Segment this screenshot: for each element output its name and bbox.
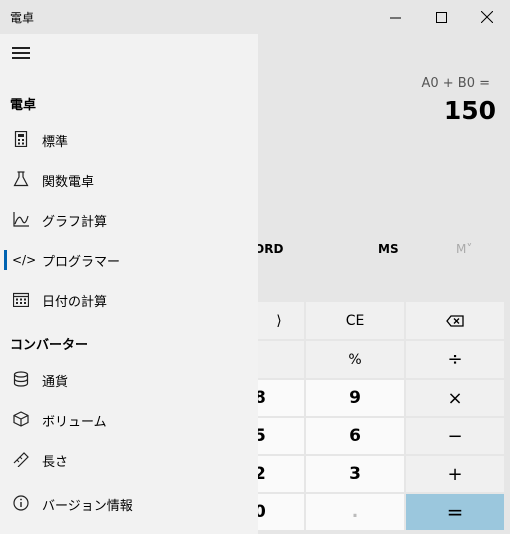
result-display: 150	[443, 96, 496, 125]
code-icon: </>	[12, 253, 37, 267]
key-clear-entry[interactable]: CE	[306, 302, 404, 339]
nav-item-label: バージョン情報	[42, 499, 133, 514]
nav-item-scientific[interactable]: 関数電卓	[0, 162, 258, 198]
memory-store-button[interactable]: MS	[378, 242, 399, 256]
nav-item-label: 長さ	[42, 455, 69, 468]
nav-item-currency[interactable]: 通貨	[0, 362, 258, 398]
calculator-heading: 電卓	[10, 98, 37, 113]
key-divide[interactable]: ÷	[406, 341, 504, 378]
cube-icon	[12, 411, 30, 429]
flask-icon	[12, 171, 30, 189]
maximize-button[interactable]	[418, 0, 464, 34]
nav-item-standard[interactable]: 標準	[0, 122, 258, 158]
graph-icon	[12, 211, 30, 229]
key-5[interactable]: 5	[254, 418, 304, 454]
nav-item-label: 関数電卓	[42, 175, 95, 190]
nav-item-label: 標準	[42, 135, 69, 150]
key-add[interactable]: +	[406, 456, 504, 492]
memory-view-button[interactable]: M˅	[456, 242, 472, 256]
title-bar: 電卓	[0, 0, 510, 34]
key-decimal[interactable]: .	[306, 494, 404, 530]
nav-item-label: 通貨	[42, 375, 69, 390]
word-size-button[interactable]: ORD	[254, 242, 283, 256]
navigation-pane: 電卓 標準 関数電卓 グラフ計算 </> プログラマー 日付の計算 コンバーター…	[0, 34, 258, 534]
key-9[interactable]: 9	[306, 380, 404, 416]
close-button[interactable]	[464, 0, 510, 34]
expression-display: A0 + B0 =	[421, 76, 490, 91]
window-title: 電卓	[10, 11, 35, 25]
currency-icon	[12, 371, 30, 389]
key-3[interactable]: 3	[306, 456, 404, 492]
key-subtract[interactable]: −	[406, 418, 504, 454]
calendar-icon	[12, 291, 30, 309]
key-backspace[interactable]	[406, 302, 504, 339]
key-8[interactable]: 8	[254, 380, 304, 416]
key-multiply[interactable]: ×	[406, 380, 504, 416]
hamburger-icon	[12, 47, 30, 49]
nav-item-date-calculation[interactable]: 日付の計算	[0, 282, 258, 318]
nav-item-label: グラフ計算	[42, 215, 108, 230]
key-blank[interactable]	[254, 341, 304, 378]
info-icon	[12, 495, 30, 513]
keypad: ⟩ CE % ÷ 8 9 × 5 6 − 2 3 + 0 . =	[254, 302, 510, 534]
ruler-icon	[12, 451, 30, 468]
maximize-icon	[435, 11, 447, 23]
backspace-icon	[446, 314, 464, 327]
nav-item-about[interactable]: バージョン情報	[0, 486, 258, 522]
minimize-icon	[389, 17, 401, 18]
nav-item-graphing[interactable]: グラフ計算	[0, 202, 258, 238]
key-shift-right[interactable]: ⟩	[254, 302, 304, 339]
menu-button[interactable]	[12, 47, 30, 59]
standard-calculator-icon	[12, 130, 30, 149]
minimize-button[interactable]	[372, 0, 418, 34]
key-0[interactable]: 0	[254, 494, 304, 530]
key-2[interactable]: 2	[254, 456, 304, 492]
nav-item-volume[interactable]: ボリューム	[0, 402, 258, 438]
nav-item-programmer[interactable]: </> プログラマー	[0, 242, 258, 278]
key-percent[interactable]: %	[306, 341, 404, 378]
close-icon	[481, 11, 493, 23]
key-6[interactable]: 6	[306, 418, 404, 454]
key-equals[interactable]: =	[406, 494, 504, 530]
nav-item-label: ボリューム	[42, 415, 107, 430]
converter-heading: コンバーター	[10, 338, 89, 353]
nav-item-label: 日付の計算	[42, 295, 108, 310]
nav-item-length[interactable]: 長さ	[0, 442, 258, 468]
nav-item-label: プログラマー	[42, 255, 121, 270]
